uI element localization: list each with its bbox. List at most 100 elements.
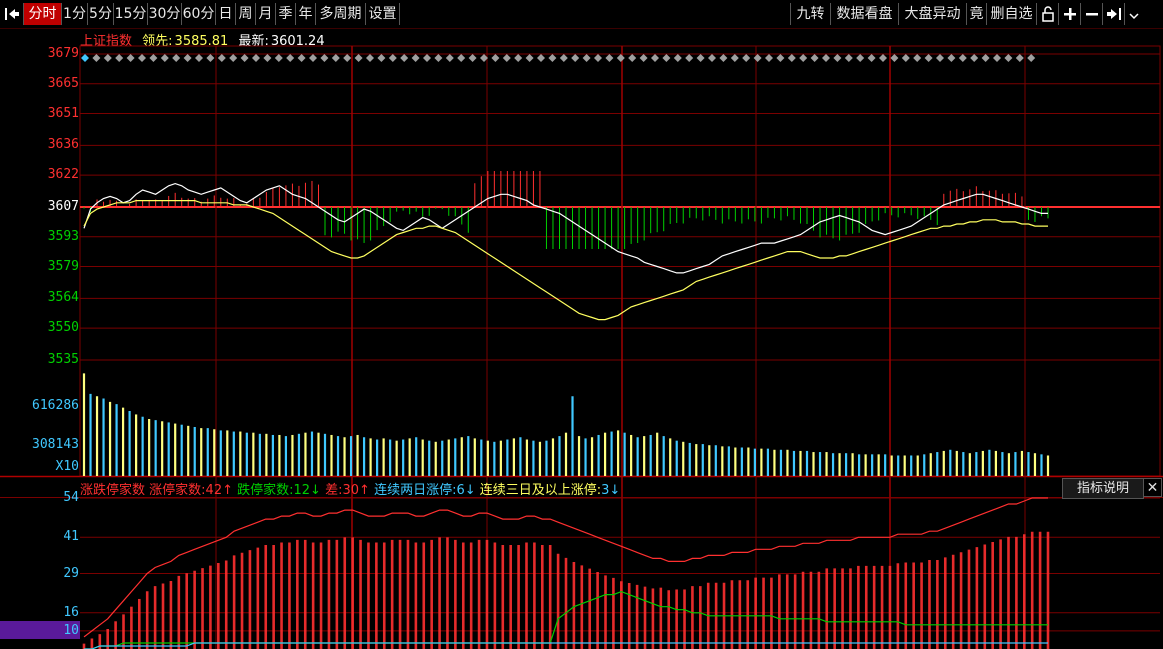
event-marker [297,54,306,62]
event-marker [457,54,466,62]
event-marker [309,54,317,62]
event-marker [822,54,830,62]
three-day-label: 连续三日及以上涨停: [479,483,602,498]
event-marker [719,54,728,62]
price-tick-label: 3665 [47,75,79,91]
lower-tick-label: 41 [63,529,79,545]
event-marker [958,54,967,62]
two-day-value: 6↓ [456,483,476,498]
event-marker [377,54,386,62]
event-marker [502,54,511,62]
event-marker [354,54,363,62]
price-tick-label: 3622 [47,167,79,183]
volume-tick-label: 308143 [32,437,79,452]
volume-multiplier: X10 [55,459,79,474]
event-marker [229,54,238,62]
price-tick-label: 3607 [47,199,79,214]
diff-label: 差: [325,483,343,498]
event-marker [879,54,887,62]
event-marker [138,54,146,62]
event-marker [776,54,785,62]
price-tick-label: 3535 [47,352,79,367]
two-day-label: 连续两日涨停: [374,483,457,498]
price-tick-label: 3564 [47,290,79,306]
volume-tick-label: 616286 [32,398,79,413]
indicator-title: 涨跌停家数 [80,483,146,498]
event-marker [423,54,431,62]
lower-tick-label: 54 [63,490,79,505]
event-marker [525,54,534,62]
event-marker [172,54,181,62]
event-marker [274,54,283,62]
event-marker [765,54,773,62]
event-marker [582,54,591,62]
event-marker [787,54,796,62]
price-tick-label: 3550 [47,320,79,336]
event-marker [183,54,192,62]
event-marker [708,54,716,62]
event-marker [993,54,1001,62]
event-marker [571,54,580,62]
event-marker [662,54,671,62]
event-marker [651,54,659,62]
event-marker [514,54,523,62]
event-marker [799,54,808,62]
lower-tick-label: 29 [63,565,79,581]
event-marker [936,54,944,62]
event-marker [400,54,409,62]
close-icon[interactable]: ✕ [1143,478,1162,497]
event-marker [217,54,226,62]
event-marker [434,54,443,62]
event-marker [833,54,842,62]
three-day-value: 3↓ [601,483,621,498]
price-tick-label: 3579 [47,258,79,274]
event-marker [924,54,933,62]
indicator-help-button[interactable]: 指标说明 [1062,478,1144,499]
event-marker [263,54,272,62]
event-marker [445,54,454,62]
event-marker [810,54,819,62]
event-marker [388,54,397,62]
event-marker [628,54,637,62]
event-marker [616,54,625,62]
event-marker [81,54,89,62]
event-marker [1015,54,1024,62]
lower-tick-label: 10 [63,622,79,638]
limit-down-value: 12↓ [293,483,321,498]
event-marker [320,54,329,62]
price-tick-label: 3636 [47,137,79,153]
event-marker [913,54,922,62]
event-marker [343,54,352,62]
limit-up-value: 42↑ [205,483,233,498]
limit-down-label: 跌停家数: [237,483,294,498]
event-marker [92,54,101,62]
event-marker [160,54,169,62]
event-marker [742,54,751,62]
event-marker [206,54,215,62]
limit-up-label: 涨停家数: [149,483,206,498]
event-marker [1004,54,1013,62]
price-tick-label: 3679 [47,46,79,61]
event-marker [605,54,614,62]
event-marker [548,54,557,62]
price-tick-label: 3651 [47,105,79,121]
event-marker [856,54,865,62]
event-marker [890,54,899,62]
event-marker [970,54,979,62]
event-marker [366,54,374,62]
lower-panel-header: 涨跌停家数 涨停家数:42↑ 跌停家数:12↓ 差:30↑ 连续两日涨停:6↓ … [80,479,620,498]
event-marker [673,54,682,62]
event-marker [286,54,295,62]
event-marker [753,54,762,62]
event-marker [947,54,956,62]
event-marker [559,54,568,62]
event-marker [844,54,853,62]
event-marker [981,54,990,62]
event-marker [537,54,545,62]
event-marker [1027,54,1036,62]
event-marker [685,54,694,62]
event-marker [639,54,648,62]
event-marker [411,54,420,62]
event-marker [730,54,739,62]
event-marker [331,54,340,62]
